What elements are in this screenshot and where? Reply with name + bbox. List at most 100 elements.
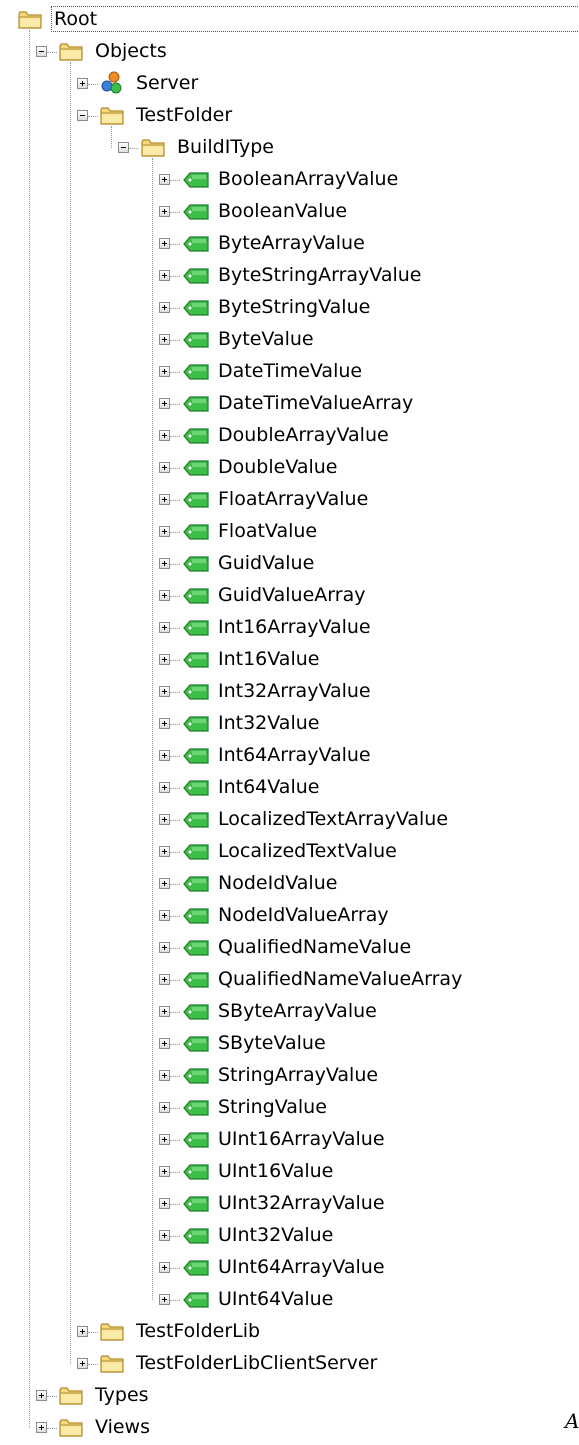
tree-node-label[interactable]: Server bbox=[134, 71, 200, 95]
expand-toggle-icon[interactable] bbox=[159, 1262, 170, 1273]
tree-node-uint32-array-value[interactable]: UInt32ArrayValue bbox=[0, 1188, 579, 1220]
tree-node-label[interactable]: BooleanArrayValue bbox=[216, 167, 400, 191]
tree-node-label[interactable]: StringValue bbox=[216, 1095, 329, 1119]
tree-node-label[interactable]: ByteValue bbox=[216, 327, 316, 351]
tree-node-label[interactable]: GuidValue bbox=[216, 551, 316, 575]
tree-node-label[interactable]: Int16ArrayValue bbox=[216, 615, 373, 639]
expand-toggle-icon[interactable] bbox=[159, 526, 170, 537]
tree-node-sbyte-value[interactable]: SByteValue bbox=[0, 1028, 579, 1060]
tree-node-label[interactable]: Int32ArrayValue bbox=[216, 679, 373, 703]
tree-node-label[interactable]: UInt16Value bbox=[216, 1159, 335, 1183]
collapse-toggle-icon[interactable] bbox=[118, 142, 129, 153]
expand-toggle-icon[interactable] bbox=[77, 78, 88, 89]
tree-node-label[interactable]: ByteStringValue bbox=[216, 295, 372, 319]
collapse-toggle-icon[interactable] bbox=[77, 110, 88, 121]
tree-node-label[interactable]: DateTimeValue bbox=[216, 359, 364, 383]
expand-toggle-icon[interactable] bbox=[159, 750, 170, 761]
tree-node-label[interactable]: DoubleArrayValue bbox=[216, 423, 391, 447]
tree-node-date-time-value-array[interactable]: DateTimeValueArray bbox=[0, 388, 579, 420]
expand-toggle-icon[interactable] bbox=[36, 1390, 47, 1401]
tree-node-localized-text-value[interactable]: LocalizedTextValue bbox=[0, 836, 579, 868]
tree-node-label[interactable]: DateTimeValueArray bbox=[216, 391, 415, 415]
tree-node-label[interactable]: SByteValue bbox=[216, 1031, 328, 1055]
tree-node-byte-array-value[interactable]: ByteArrayValue bbox=[0, 228, 579, 260]
tree-node-node-id-value-array[interactable]: NodeIdValueArray bbox=[0, 900, 579, 932]
expand-toggle-icon[interactable] bbox=[159, 494, 170, 505]
tree-node-label[interactable]: Views bbox=[93, 1415, 152, 1439]
tree-node-label[interactable]: TestFolderLib bbox=[134, 1319, 262, 1343]
expand-toggle-icon[interactable] bbox=[159, 1198, 170, 1209]
expand-toggle-icon[interactable] bbox=[159, 1102, 170, 1113]
expand-toggle-icon[interactable] bbox=[159, 1038, 170, 1049]
tree-node-label[interactable]: QualifiedNameValue bbox=[216, 935, 413, 959]
expand-toggle-icon[interactable] bbox=[159, 558, 170, 569]
tree-node-types[interactable]: Types bbox=[0, 1380, 579, 1412]
tree-node-label[interactable]: FloatValue bbox=[216, 519, 319, 543]
tree-node-server[interactable]: Server bbox=[0, 68, 579, 100]
tree-node-label[interactable]: StringArrayValue bbox=[216, 1063, 380, 1087]
tree-node-label[interactable]: BooleanValue bbox=[216, 199, 349, 223]
tree-node-label[interactable]: Objects bbox=[93, 39, 169, 63]
tree-node-label[interactable]: UInt16ArrayValue bbox=[216, 1127, 387, 1151]
tree-node-boolean-array-value[interactable]: BooleanArrayValue bbox=[0, 164, 579, 196]
tree-node-node-id-value[interactable]: NodeIdValue bbox=[0, 868, 579, 900]
tree-node-uint64-value[interactable]: UInt64Value bbox=[0, 1284, 579, 1316]
tree-node-int16-array-value[interactable]: Int16ArrayValue bbox=[0, 612, 579, 644]
tree-node-int16-value[interactable]: Int16Value bbox=[0, 644, 579, 676]
tree-node-label[interactable]: GuidValueArray bbox=[216, 583, 367, 607]
tree-node-string-array-value[interactable]: StringArrayValue bbox=[0, 1060, 579, 1092]
tree-node-qualified-name-value[interactable]: QualifiedNameValue bbox=[0, 932, 579, 964]
tree-node-label[interactable]: Int16Value bbox=[216, 647, 321, 671]
expand-toggle-icon[interactable] bbox=[159, 1006, 170, 1017]
tree-node-root[interactable]: Root bbox=[0, 4, 579, 36]
expand-toggle-icon[interactable] bbox=[159, 270, 170, 281]
expand-toggle-icon[interactable] bbox=[159, 910, 170, 921]
tree-node-uint16-value[interactable]: UInt16Value bbox=[0, 1156, 579, 1188]
tree-node-byte-string-array-value[interactable]: ByteStringArrayValue bbox=[0, 260, 579, 292]
expand-toggle-icon[interactable] bbox=[159, 430, 170, 441]
expand-toggle-icon[interactable] bbox=[159, 334, 170, 345]
tree-node-objects[interactable]: Objects bbox=[0, 36, 579, 68]
tree-node-label[interactable]: ByteStringArrayValue bbox=[216, 263, 423, 287]
expand-toggle-icon[interactable] bbox=[77, 1358, 88, 1369]
tree-node-label[interactable]: LocalizedTextArrayValue bbox=[216, 807, 450, 831]
tree-node-uint32-value[interactable]: UInt32Value bbox=[0, 1220, 579, 1252]
tree-node-label[interactable]: Int64Value bbox=[216, 775, 321, 799]
tree-node-label[interactable]: UInt32ArrayValue bbox=[216, 1191, 387, 1215]
object-tree[interactable]: Root Objects Server TestFolder BuildITyp… bbox=[0, 0, 579, 1445]
expand-toggle-icon[interactable] bbox=[159, 206, 170, 217]
expand-toggle-icon[interactable] bbox=[159, 1166, 170, 1177]
tree-node-int64-array-value[interactable]: Int64ArrayValue bbox=[0, 740, 579, 772]
expand-toggle-icon[interactable] bbox=[159, 686, 170, 697]
tree-node-label[interactable]: UInt32Value bbox=[216, 1223, 335, 1247]
expand-toggle-icon[interactable] bbox=[159, 1230, 170, 1241]
tree-node-label[interactable]: NodeIdValueArray bbox=[216, 903, 391, 927]
tree-node-label[interactable]: BuildIType bbox=[175, 135, 276, 159]
tree-node-test-folder[interactable]: TestFolder bbox=[0, 100, 579, 132]
expand-toggle-icon[interactable] bbox=[159, 174, 170, 185]
tree-node-byte-string-value[interactable]: ByteStringValue bbox=[0, 292, 579, 324]
expand-toggle-icon[interactable] bbox=[36, 1422, 47, 1433]
tree-node-guid-value[interactable]: GuidValue bbox=[0, 548, 579, 580]
expand-toggle-icon[interactable] bbox=[159, 1294, 170, 1305]
tree-node-int64-value[interactable]: Int64Value bbox=[0, 772, 579, 804]
tree-node-label[interactable]: TestFolder bbox=[134, 103, 234, 127]
expand-toggle-icon[interactable] bbox=[159, 302, 170, 313]
tree-node-label[interactable]: Int32Value bbox=[216, 711, 321, 735]
tree-node-sbyte-array-value[interactable]: SByteArrayValue bbox=[0, 996, 579, 1028]
expand-toggle-icon[interactable] bbox=[159, 942, 170, 953]
tree-node-label[interactable]: FloatArrayValue bbox=[216, 487, 370, 511]
tree-node-byte-value[interactable]: ByteValue bbox=[0, 324, 579, 356]
expand-toggle-icon[interactable] bbox=[77, 1326, 88, 1337]
tree-node-double-array-value[interactable]: DoubleArrayValue bbox=[0, 420, 579, 452]
tree-node-uint16-array-value[interactable]: UInt16ArrayValue bbox=[0, 1124, 579, 1156]
expand-toggle-icon[interactable] bbox=[159, 622, 170, 633]
expand-toggle-icon[interactable] bbox=[159, 878, 170, 889]
tree-node-build-itype[interactable]: BuildIType bbox=[0, 132, 579, 164]
tree-node-string-value[interactable]: StringValue bbox=[0, 1092, 579, 1124]
expand-toggle-icon[interactable] bbox=[159, 654, 170, 665]
tree-node-float-value[interactable]: FloatValue bbox=[0, 516, 579, 548]
expand-toggle-icon[interactable] bbox=[159, 462, 170, 473]
tree-node-double-value[interactable]: DoubleValue bbox=[0, 452, 579, 484]
tree-node-label[interactable]: UInt64ArrayValue bbox=[216, 1255, 387, 1279]
